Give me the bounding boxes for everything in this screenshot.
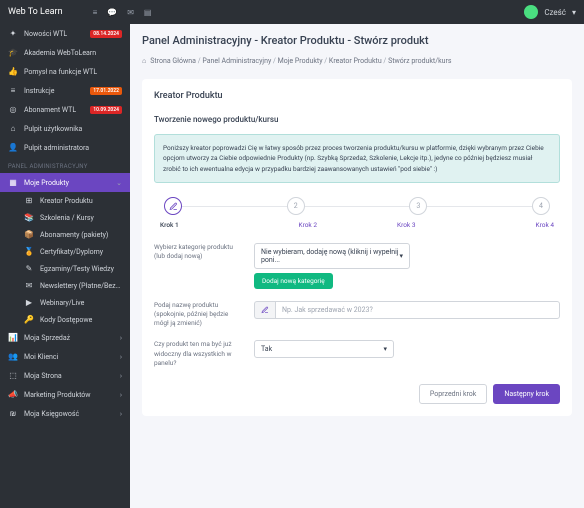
- nav-icon: 🔑: [24, 315, 34, 324]
- wizard-steps: 2 3 4: [154, 197, 560, 215]
- sidebar-item[interactable]: 📣Marketing Produktów›: [0, 385, 130, 404]
- home-icon[interactable]: ⌂: [142, 57, 146, 65]
- section-title: Tworzenie nowego produktu/kursu: [154, 115, 560, 124]
- step-label-2: Krok 2: [259, 221, 358, 229]
- chevron-right-icon: ›: [120, 391, 122, 399]
- breadcrumb-link[interactable]: Kreator Produktu: [329, 57, 382, 65]
- avatar[interactable]: [524, 5, 538, 19]
- chevron-right-icon: ›: [120, 410, 122, 418]
- name-label: Podaj nazwę produktu (spokojnie, później…: [154, 301, 244, 328]
- sidebar-item[interactable]: ⌂Pulpit użytkownika: [0, 119, 130, 138]
- step-label-3: Krok 3: [357, 221, 456, 229]
- nav-icon: 📦: [24, 230, 34, 239]
- badge: 08.14.2024: [90, 30, 122, 38]
- sidebar-item[interactable]: ◎Abonament WTL10.09.2024: [0, 100, 130, 119]
- sidebar-item[interactable]: 🎓Akademia WebToLearn: [0, 43, 130, 62]
- step-2[interactable]: 2: [287, 197, 305, 215]
- breadcrumb-link[interactable]: Moje Produkty: [278, 57, 323, 65]
- visibility-select[interactable]: Tak ▾: [254, 340, 394, 358]
- sidebar: ✦Nowości WTL08.14.2024🎓Akademia WebToLea…: [0, 24, 130, 508]
- breadcrumb-link[interactable]: Strona Główna: [150, 57, 196, 65]
- chevron-down-icon: ▾: [383, 345, 387, 353]
- breadcrumb: ⌂ Strona Główna / Panel Administracyjny …: [142, 57, 572, 65]
- sidebar-item[interactable]: 🏅Certyfikaty/Dyplomy: [0, 243, 130, 260]
- product-name-input[interactable]: [275, 301, 560, 319]
- nav-icon: ⊞: [24, 196, 34, 205]
- step-label-4: Krok 4: [456, 221, 555, 229]
- sidebar-item[interactable]: 🔑Kody Dostępowe: [0, 311, 130, 328]
- chevron-down-icon: ⌄: [116, 179, 122, 187]
- nav-icon: ✉: [24, 281, 34, 290]
- nav-icon: 📚: [24, 213, 34, 222]
- sidebar-item[interactable]: 👍Pomysł na funkcje WTL: [0, 62, 130, 81]
- info-box: Poniższy kreator poprowadzi Cię w łatwy …: [154, 134, 560, 183]
- chevron-right-icon: ›: [120, 353, 122, 361]
- nav-section-header: PANEL ADMINISTRACYJNY: [0, 157, 130, 173]
- chat-icon[interactable]: 💬: [107, 8, 117, 17]
- category-label: Wybierz kategorię produktu (lub dodaj no…: [154, 243, 244, 289]
- nav-icon: 📊: [8, 333, 18, 342]
- sidebar-item[interactable]: 👤Pulpit administratora: [0, 138, 130, 157]
- sidebar-item[interactable]: 📦Abonamenty (pakiety): [0, 226, 130, 243]
- edit-icon: [254, 301, 275, 319]
- breadcrumb-link: Stwórz produkt/kurs: [388, 57, 451, 65]
- main-content: Panel Administracyjny - Kreator Produktu…: [130, 24, 584, 508]
- chevron-down-icon[interactable]: ▾: [572, 8, 576, 17]
- step-1[interactable]: [164, 197, 182, 215]
- chevron-right-icon: ›: [120, 334, 122, 342]
- visibility-label: Czy produkt ten ma być już widoczny dla …: [154, 340, 244, 367]
- sidebar-item[interactable]: ₪Moja Księgowość›: [0, 404, 130, 423]
- breadcrumb-link[interactable]: Panel Administracyjny: [202, 57, 271, 65]
- sidebar-item[interactable]: ⬚Moja Strona›: [0, 366, 130, 385]
- nav-icon: 👍: [8, 67, 18, 76]
- wizard-card: Kreator Produktu Tworzenie nowego produk…: [142, 79, 572, 416]
- nav-icon: 🏅: [24, 247, 34, 256]
- add-category-button[interactable]: Dodaj nową kategorię: [254, 273, 333, 289]
- nav-icon: ◎: [8, 105, 18, 114]
- card-title: Kreator Produktu: [154, 91, 560, 101]
- sidebar-item[interactable]: ✉Newslettery (Płatne/Bezpłatne): [0, 277, 130, 294]
- sidebar-item[interactable]: ✎Egzaminy/Testy Wiedzy: [0, 260, 130, 277]
- sidebar-item[interactable]: ⊞Kreator Produktu: [0, 192, 130, 209]
- badge: 17.01.2022: [90, 87, 122, 95]
- step-label-1: Krok 1: [160, 221, 259, 229]
- sidebar-item[interactable]: 📚Szkolenia / Kursy: [0, 209, 130, 226]
- nav-icon: ⌂: [8, 124, 18, 133]
- nav-icon: 🎓: [8, 48, 18, 57]
- sidebar-item-moje-produkty[interactable]: ▦ Moje Produkty ⌄: [0, 173, 130, 192]
- category-select[interactable]: Nie wybieram, dodaję nową (kliknij i wyp…: [254, 243, 410, 269]
- chevron-down-icon: ▾: [399, 252, 403, 260]
- topbar: Web To Learn ≡ 💬 ✉ ▤ Cześć ▾: [0, 0, 584, 24]
- next-step-button[interactable]: Następny krok: [493, 384, 560, 404]
- step-3[interactable]: 3: [409, 197, 427, 215]
- nav-icon: ₪: [8, 409, 18, 418]
- page-title: Panel Administracyjny - Kreator Produktu…: [142, 34, 572, 47]
- doc-icon[interactable]: ▤: [144, 8, 152, 17]
- mail-icon[interactable]: ✉: [127, 8, 134, 17]
- nav-icon: ▶: [24, 298, 34, 307]
- nav-icon: ✦: [8, 29, 18, 38]
- prev-step-button[interactable]: Poprzedni krok: [419, 384, 487, 404]
- step-4[interactable]: 4: [532, 197, 550, 215]
- sidebar-item[interactable]: ✦Nowości WTL08.14.2024: [0, 24, 130, 43]
- sidebar-item[interactable]: ▶Webinary/Live: [0, 294, 130, 311]
- sidebar-item[interactable]: 👥Moi Klienci›: [0, 347, 130, 366]
- nav-icon: ≡: [8, 86, 18, 95]
- nav-icon: 📣: [8, 390, 18, 399]
- greeting[interactable]: Cześć: [544, 8, 566, 17]
- badge: 10.09.2024: [90, 106, 122, 114]
- menu-icon[interactable]: ≡: [93, 8, 98, 17]
- chevron-right-icon: ›: [120, 372, 122, 380]
- grid-icon: ▦: [8, 178, 18, 187]
- nav-icon: ⬚: [8, 371, 18, 380]
- nav-icon: ✎: [24, 264, 34, 273]
- nav-icon: 👤: [8, 143, 18, 152]
- nav-icon: 👥: [8, 352, 18, 361]
- logo: Web To Learn: [8, 7, 63, 17]
- sidebar-item[interactable]: 📊Moja Sprzedaż›: [0, 328, 130, 347]
- sidebar-item[interactable]: ≡Instrukcje17.01.2022: [0, 81, 130, 100]
